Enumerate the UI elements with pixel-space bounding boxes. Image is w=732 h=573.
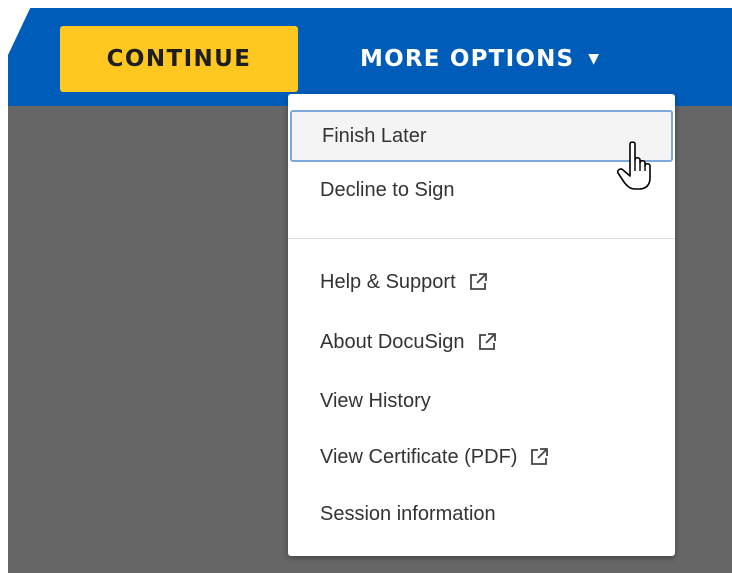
caret-down-icon: ▼: [588, 51, 601, 67]
menu-item-help-support[interactable]: Help & Support: [288, 256, 675, 308]
menu-item-label: About DocuSign: [320, 330, 465, 353]
menu-item-view-certificate[interactable]: View Certificate (PDF): [288, 431, 675, 483]
external-link-icon: [529, 447, 549, 467]
top-edge: [8, 0, 732, 8]
menu-item-session-information[interactable]: Session information: [288, 488, 675, 540]
corner-arrow-icon: [0, 0, 34, 72]
external-link-icon: [468, 272, 488, 292]
continue-button[interactable]: CONTINUE: [60, 26, 298, 92]
menu-item-label: View History: [320, 389, 431, 412]
menu-divider: [288, 238, 675, 239]
more-options-label: MORE OPTIONS: [360, 46, 575, 72]
menu-item-label: Decline to Sign: [320, 178, 455, 201]
more-options-button[interactable]: MORE OPTIONS ▼: [360, 26, 650, 92]
menu-item-finish-later[interactable]: Finish Later: [290, 110, 673, 162]
more-options-menu: Finish Later Decline to Sign Help & Supp…: [288, 94, 675, 556]
docusign-frame: CONTINUE MORE OPTIONS ▼ Finish Later Dec…: [8, 0, 732, 573]
top-toolbar: CONTINUE MORE OPTIONS ▼: [8, 0, 732, 106]
menu-item-decline-to-sign[interactable]: Decline to Sign: [288, 164, 675, 216]
menu-item-label: View Certificate (PDF): [320, 445, 518, 468]
menu-item-about-docusign[interactable]: About DocuSign: [288, 316, 675, 368]
menu-item-label: Help & Support: [320, 270, 456, 293]
menu-item-label: Session information: [320, 502, 496, 525]
external-link-icon: [477, 332, 497, 352]
menu-item-view-history[interactable]: View History: [288, 375, 675, 427]
menu-item-label: Finish Later: [322, 124, 427, 147]
